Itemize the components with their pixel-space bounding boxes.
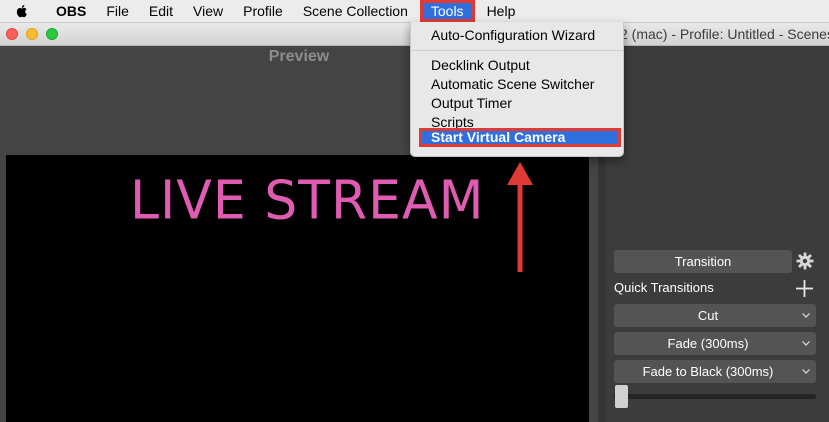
quick-transition-fade-label: Fade (300ms) — [667, 336, 749, 351]
macos-menubar: OBS File Edit View Profile Scene Collect… — [0, 0, 829, 23]
menu-item-decklink-output[interactable]: Decklink Output — [411, 56, 623, 75]
quick-transition-fade-to-black-label: Fade to Black (300ms) — [642, 364, 774, 379]
gear-icon[interactable] — [796, 252, 814, 270]
window-title: 2 (mac) - Profile: Untitled - Scenes — [620, 26, 829, 42]
chevron-down-icon — [802, 341, 810, 346]
menu-obs[interactable]: OBS — [46, 0, 96, 22]
quick-transition-fade-to-black[interactable]: Fade to Black (300ms) — [614, 360, 816, 383]
quick-transition-fade[interactable]: Fade (300ms) — [614, 332, 816, 355]
canvas-live-stream-text: LIVE STREAM — [130, 170, 485, 232]
transition-slider-handle[interactable] — [615, 385, 628, 408]
close-window-button[interactable] — [6, 28, 18, 40]
menu-item-start-virtual-camera[interactable]: Start Virtual Camera — [419, 128, 621, 147]
zoom-window-button[interactable] — [46, 28, 58, 40]
plus-icon[interactable] — [796, 280, 813, 297]
quick-transition-cut-label: Cut — [697, 308, 719, 323]
menu-item-automatic-scene-switcher[interactable]: Automatic Scene Switcher — [411, 75, 623, 94]
menu-item-auto-configuration-wizard[interactable]: Auto-Configuration Wizard — [411, 26, 623, 45]
quick-transition-cut[interactable]: Cut — [614, 304, 816, 327]
menu-file[interactable]: File — [96, 0, 139, 22]
chevron-down-icon — [802, 369, 810, 374]
transition-button[interactable]: Transition — [614, 250, 792, 273]
annotation-arrow-icon — [507, 162, 533, 272]
transition-slider-track[interactable] — [614, 394, 816, 399]
menu-item-output-timer[interactable]: Output Timer — [411, 94, 623, 113]
menu-separator — [411, 50, 623, 51]
apple-icon[interactable] — [14, 3, 30, 19]
quick-transitions-label: Quick Transitions — [614, 280, 714, 295]
menu-scene-collection[interactable]: Scene Collection — [293, 0, 418, 22]
menu-edit[interactable]: Edit — [139, 0, 183, 22]
menu-view[interactable]: View — [183, 0, 233, 22]
menu-profile[interactable]: Profile — [233, 0, 293, 22]
minimize-window-button[interactable] — [26, 28, 38, 40]
menu-help[interactable]: Help — [477, 0, 526, 22]
tools-dropdown-menu: Auto-Configuration Wizard Decklink Outpu… — [410, 22, 624, 157]
menu-tools[interactable]: Tools — [419, 0, 475, 22]
chevron-down-icon — [802, 313, 810, 318]
